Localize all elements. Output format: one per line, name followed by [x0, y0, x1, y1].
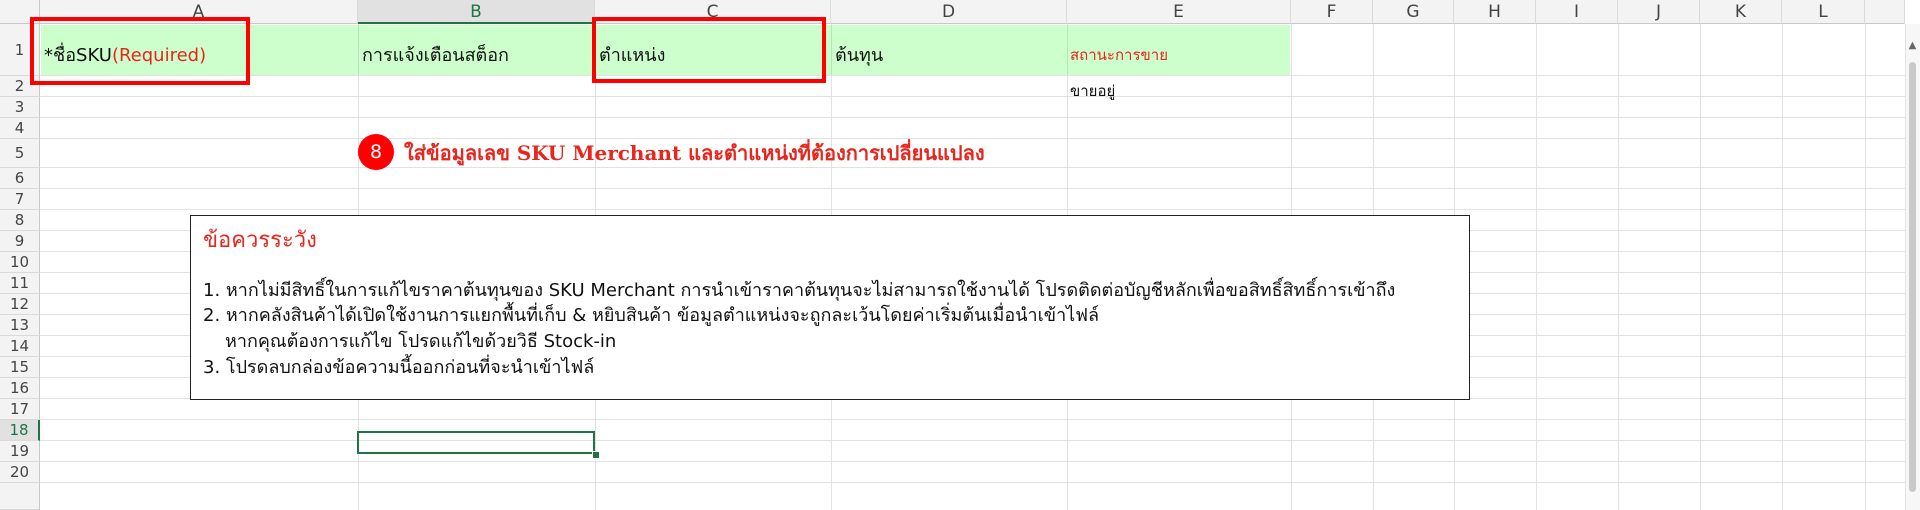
highlight-box-position: [592, 17, 826, 83]
caution-textbox[interactable]: ข้อควรระวัง 1. หากไม่มีสิทธิ์ในการแก้ไขร…: [190, 215, 1470, 400]
column-header-f[interactable]: F: [1291, 0, 1373, 24]
scrollbar-thumb[interactable]: [1909, 62, 1916, 492]
row-header-15[interactable]: 15: [0, 357, 40, 378]
caution-line-2: 2. หากคลังสินค้าได้เปิดใช้งานการแยกพื้นท…: [203, 305, 1100, 326]
cell-b1[interactable]: การแจ้งเตือนสต็อก: [362, 40, 509, 69]
cell-e2[interactable]: ขายอยู่: [1070, 79, 1115, 103]
scroll-up-icon[interactable]: ▲: [1905, 40, 1920, 56]
column-header-j[interactable]: J: [1618, 0, 1700, 24]
step-number-badge: 8: [358, 134, 394, 170]
row-header-17[interactable]: 17: [0, 399, 40, 420]
caution-title: ข้อควรระวัง: [203, 228, 317, 253]
caution-line-2b: หากคุณต้องการแก้ไข โปรดแก้ไขด้วยวิธี Sto…: [225, 331, 617, 352]
row-header-7[interactable]: 7: [0, 189, 40, 210]
row-header-20[interactable]: 20: [0, 462, 40, 483]
row-header-9[interactable]: 9: [0, 231, 40, 252]
column-header-k[interactable]: K: [1700, 0, 1782, 24]
row-header-13[interactable]: 13: [0, 315, 40, 336]
cell-d1[interactable]: ต้นทุน: [835, 40, 883, 69]
column-header-e[interactable]: E: [1067, 0, 1291, 24]
column-header-g[interactable]: G: [1373, 0, 1454, 24]
row-header-12[interactable]: 12: [0, 294, 40, 315]
row-header-21[interactable]: [0, 483, 40, 510]
row-header-16[interactable]: 16: [0, 378, 40, 399]
row-header-18[interactable]: 18: [0, 420, 40, 441]
row-header-8[interactable]: 8: [0, 210, 40, 231]
column-header-b[interactable]: B: [358, 0, 595, 24]
row-header-10[interactable]: 10: [0, 252, 40, 273]
column-header-h[interactable]: H: [1454, 0, 1536, 24]
column-header-d[interactable]: D: [831, 0, 1067, 24]
highlight-box-sku: [30, 17, 250, 85]
row-header-3[interactable]: 3: [0, 97, 40, 118]
row-header-19[interactable]: 19: [0, 441, 40, 462]
cell-e1[interactable]: สถานะการขาย: [1070, 43, 1168, 67]
step-instruction: ใส่ข้อมูลเลข SKU Merchant และตำแหน่งที่ต…: [404, 141, 985, 165]
caution-line-3: 3. โปรดลบกล่องข้อความนี้ออกก่อนที่จะนำเข…: [203, 357, 595, 378]
row-header-14[interactable]: 14: [0, 336, 40, 357]
column-header-i[interactable]: I: [1536, 0, 1618, 24]
row-header-4[interactable]: 4: [0, 118, 40, 139]
row-header-5[interactable]: 5: [0, 139, 40, 168]
column-header-blank[interactable]: [1865, 0, 1905, 24]
row-header-6[interactable]: 6: [0, 168, 40, 189]
selected-cell-b18[interactable]: [357, 431, 595, 454]
spreadsheet-grid: A B C D E F G H I J K L 1 2 3 4 5 6 7 8 …: [0, 0, 1920, 510]
fill-handle[interactable]: [592, 451, 600, 459]
column-header-l[interactable]: L: [1782, 0, 1865, 24]
row-header-11[interactable]: 11: [0, 273, 40, 294]
